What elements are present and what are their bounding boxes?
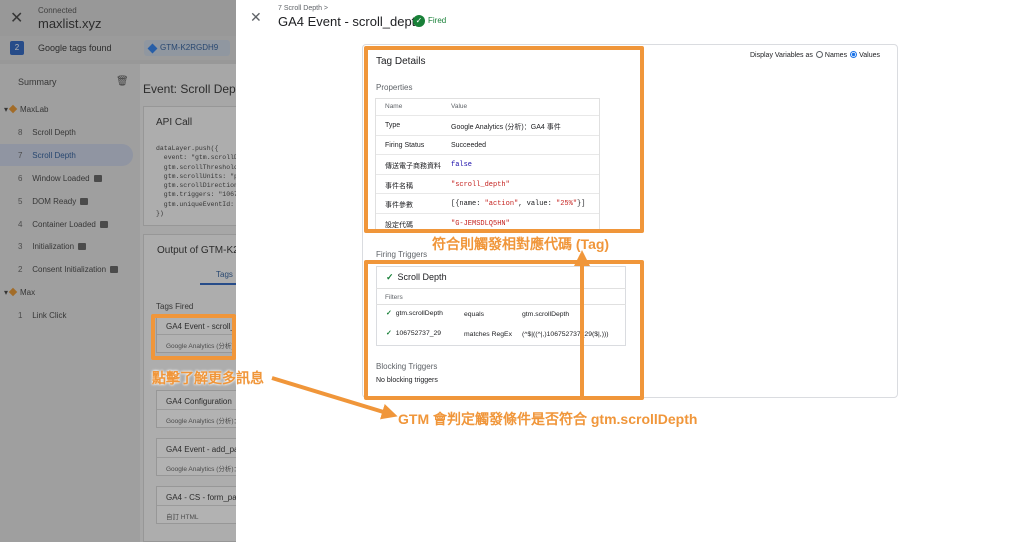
annotation-click-more: 點擊了解更多訊息: [152, 370, 264, 386]
status-badge: ✓ Fired: [413, 14, 446, 28]
check-circle-icon: ✓: [413, 14, 425, 27]
annotation-fire-tag: 符合則觸發相對應代碼 (Tag): [432, 236, 610, 252]
page-title: GA4 Event - scroll_depth: [278, 14, 423, 29]
radio-names-label[interactable]: Names: [825, 52, 847, 59]
close-icon[interactable]: ✕: [250, 9, 262, 26]
radio-names[interactable]: [815, 51, 823, 58]
status-label: Fired: [428, 16, 447, 25]
annotation-box-tag-card: [151, 314, 236, 360]
display-variables-label: Display Variables as: [750, 52, 813, 59]
breadcrumb[interactable]: 7 Scroll Depth >: [278, 5, 328, 12]
modal-backdrop[interactable]: [0, 0, 236, 542]
radio-values-label[interactable]: Values: [859, 52, 880, 59]
annotation-gtm-check: GTM 會判定觸發條件是否符合 gtm.scrollDepth: [398, 411, 698, 427]
annotation-box-firing-triggers: [364, 260, 644, 400]
radio-values[interactable]: [850, 51, 858, 58]
display-variables-toggle: Display Variables as Names Values: [750, 51, 880, 59]
firing-triggers-label: Firing Triggers: [376, 250, 428, 259]
annotation-box-tag-details: [364, 46, 644, 233]
